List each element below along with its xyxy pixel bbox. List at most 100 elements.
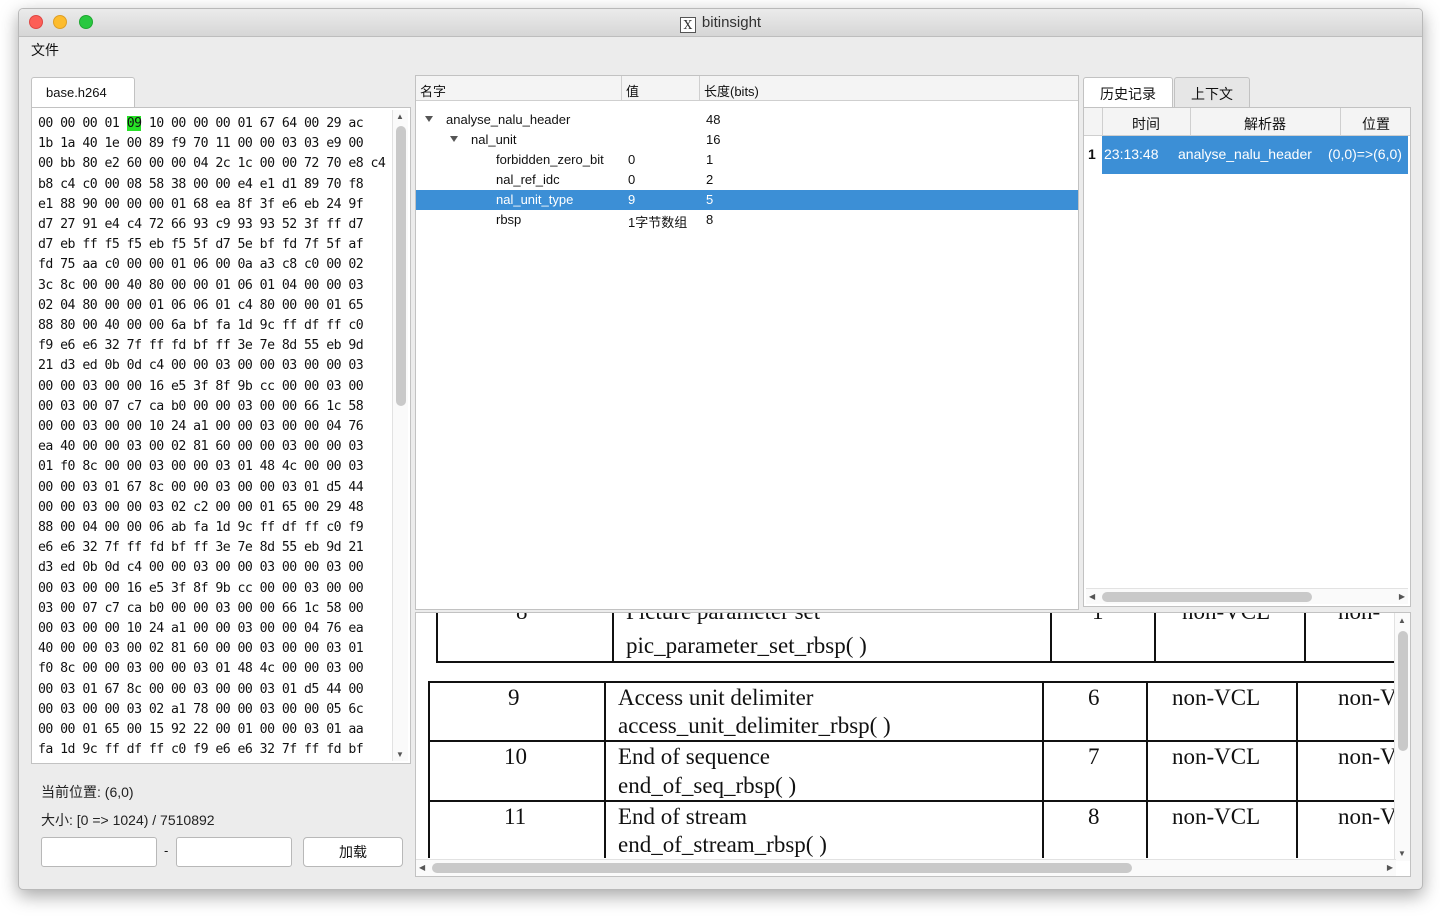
tree-row-name: rbsp	[496, 212, 522, 227]
doc-rule	[1050, 613, 1052, 661]
scroll-right-icon[interactable]: ▶	[1399, 592, 1405, 601]
hex-line: fa 1d 9c ff df ff c0 f9 e6 e6 32 7f ff f…	[38, 742, 364, 758]
doc-rule	[1042, 681, 1044, 858]
hex-line: e1 88 90 00 00 00 01 68 ea 8f 3f e6 eb 2…	[38, 196, 364, 212]
menu-file[interactable]: 文件	[31, 40, 59, 60]
tree-row[interactable]: nal_unit 16	[416, 130, 1078, 150]
scroll-thumb[interactable]	[1102, 592, 1312, 602]
hex-view[interactable]: 00 00 00 01 09 10 00 00 00 01 67 64 00 2…	[31, 107, 411, 764]
hex-line: d7 27 91 e4 c4 72 66 93 c9 93 93 52 3f f…	[38, 217, 364, 233]
tree-row[interactable]: analyse_nalu_header 48	[416, 110, 1078, 130]
tab-context[interactable]: 上下文	[1174, 77, 1250, 107]
history-row-index: 1	[1088, 146, 1096, 162]
doc-cell: 1	[1092, 613, 1104, 625]
range-end-input[interactable]	[176, 837, 292, 867]
col-divider[interactable]	[621, 76, 622, 101]
scroll-up-icon[interactable]: ▲	[1398, 616, 1406, 625]
hex-line: f9 e6 e6 32 7f ff fd bf ff 3e 7e 8d 55 e…	[38, 338, 364, 354]
hex-line: 3c 8c 00 00 40 80 00 00 01 06 01 04 00 0…	[38, 277, 364, 293]
parse-tree[interactable]: 名字 值 长度(bits) analyse_nalu_header 48 nal…	[415, 75, 1079, 610]
history-row-selected[interactable]: 23:13:48 analyse_nalu_header (0,0)=>(6,0…	[1102, 136, 1408, 174]
col-name[interactable]: 名字	[420, 81, 446, 100]
scroll-right-icon[interactable]: ▶	[1387, 863, 1393, 872]
hex-line: 40 00 00 03 00 02 81 60 00 00 03 00 00 0…	[38, 641, 364, 657]
scroll-thumb[interactable]	[396, 126, 406, 406]
col-parser[interactable]: 解析器	[1190, 114, 1340, 134]
hex-line: fd 75 aa c0 00 00 01 06 00 0a a3 c8 c0 0…	[38, 257, 364, 273]
scroll-thumb[interactable]	[1398, 631, 1408, 751]
tab-file[interactable]: base.h264	[31, 77, 135, 107]
doc-cell: 11	[504, 804, 527, 829]
tree-row-length: 5	[706, 192, 714, 207]
doc-rule	[428, 681, 430, 858]
tree-row[interactable]: forbidden_zero_bit 0 1	[416, 150, 1078, 170]
hex-line: 00 00 00 01	[38, 116, 127, 131]
history-horizontal-scrollbar[interactable]: ◀ ▶	[1086, 588, 1408, 604]
scroll-left-icon[interactable]: ◀	[1089, 592, 1095, 601]
tree-row[interactable]: nal_ref_idc 0 2	[416, 170, 1078, 190]
doc-rule	[436, 661, 1396, 663]
col-value[interactable]: 值	[626, 81, 639, 100]
hex-line: b8 c4 c0 00 08 58 38 00 00 e4 e1 d1 89 7…	[38, 176, 364, 192]
tree-row-name: forbidden_zero_bit	[496, 152, 604, 167]
hex-line: 21 d3 ed 0b 0d c4 00 00 03 00 00 03 00 0…	[38, 358, 364, 374]
hex-vertical-scrollbar[interactable]: ▲ ▼	[392, 110, 408, 761]
load-button[interactable]: 加载	[303, 837, 403, 867]
doc-rule	[612, 613, 614, 661]
doc-cell: non-	[1338, 613, 1380, 625]
scroll-down-icon[interactable]: ▼	[396, 750, 404, 759]
title-bar: Xbitinsight	[19, 9, 1422, 37]
tree-row-length: 48	[706, 112, 721, 127]
spec-document-view[interactable]: 8 Picture parameter set 1 non-VCL non- p…	[415, 612, 1411, 877]
doc-cell: 9	[508, 685, 520, 710]
history-row-parser: analyse_nalu_header	[1178, 146, 1312, 162]
expand-arrow-icon[interactable]	[450, 136, 458, 142]
doc-cell: non-V	[1338, 744, 1396, 769]
tree-row-value: 0	[628, 152, 636, 167]
range-start-input[interactable]	[41, 837, 157, 867]
col-position[interactable]: 位置	[1340, 114, 1412, 134]
doc-rule	[1296, 681, 1298, 858]
scroll-thumb[interactable]	[432, 863, 1132, 873]
doc-rule	[428, 740, 1396, 742]
doc-horizontal-scrollbar[interactable]: ◀ ▶	[416, 859, 1396, 876]
scroll-down-icon[interactable]: ▼	[1398, 849, 1406, 858]
scroll-up-icon[interactable]: ▲	[396, 112, 404, 121]
col-time[interactable]: 时间	[1102, 114, 1190, 134]
tree-row-length: 1	[706, 152, 714, 167]
tab-history[interactable]: 历史记录	[1083, 77, 1173, 107]
tree-row[interactable]: rbsp 1字节数组 8	[416, 210, 1078, 230]
doc-cell: 7	[1088, 744, 1100, 769]
doc-cell: pic_parameter_set_rbsp( )	[626, 633, 867, 658]
hex-line: 00 03 01 67 8c 00 00 03 00 00 03 01 d5 4…	[38, 681, 364, 697]
doc-rule	[436, 613, 438, 661]
doc-cell: 10	[504, 744, 527, 769]
col-length[interactable]: 长度(bits)	[704, 81, 759, 100]
col-divider[interactable]	[699, 76, 700, 101]
history-table[interactable]: 时间 解析器 位置 1 23:13:48 analyse_nalu_header…	[1083, 107, 1411, 607]
tree-row-name: analyse_nalu_header	[446, 112, 571, 127]
hex-line: f0 8c 00 00 03 00 00 03 01 48 4c 00 00 0…	[38, 661, 364, 677]
doc-cell: end_of_seq_rbsp( )	[618, 773, 797, 798]
current-position-label: 当前位置: (6,0)	[41, 784, 134, 800]
doc-vertical-scrollbar[interactable]: ▲ ▼	[1394, 613, 1410, 861]
tree-row-length: 2	[706, 172, 714, 187]
expand-arrow-icon[interactable]	[425, 116, 433, 122]
scroll-left-icon[interactable]: ◀	[419, 863, 425, 872]
window-title: Xbitinsight	[19, 14, 1422, 33]
tree-row-selected[interactable]: nal_unit_type 9 5	[416, 190, 1078, 210]
hex-line: 00 00 03 00 00 16 e5 3f 8f 9b cc 00 00 0…	[38, 378, 364, 394]
doc-cell: non-VCL	[1172, 744, 1261, 769]
hex-line: 00 03 00 00 10 24 a1 00 00 03 00 00 04 7…	[38, 621, 364, 637]
hex-line: 00 03 00 00 03 02 a1 78 00 00 03 00 00 0…	[38, 701, 364, 717]
hex-dump[interactable]: 00 00 00 01 09 10 00 00 00 01 67 64 00 2…	[38, 114, 388, 761]
history-row-time: 23:13:48	[1104, 146, 1159, 162]
doc-cell: End of sequence	[618, 744, 770, 769]
tree-row-name: nal_unit_type	[496, 192, 574, 207]
doc-cell: 8	[1088, 804, 1100, 829]
nal-unit-type-table: 8 Picture parameter set 1 non-VCL non- p…	[416, 613, 1396, 858]
hex-line: 00 00 01 65 00 15 92 22 00 01 00 00 03 0…	[38, 722, 364, 738]
range-separator: -	[164, 843, 169, 858]
tree-row-length: 8	[706, 212, 714, 227]
menu-bar: 文件	[19, 37, 1422, 61]
